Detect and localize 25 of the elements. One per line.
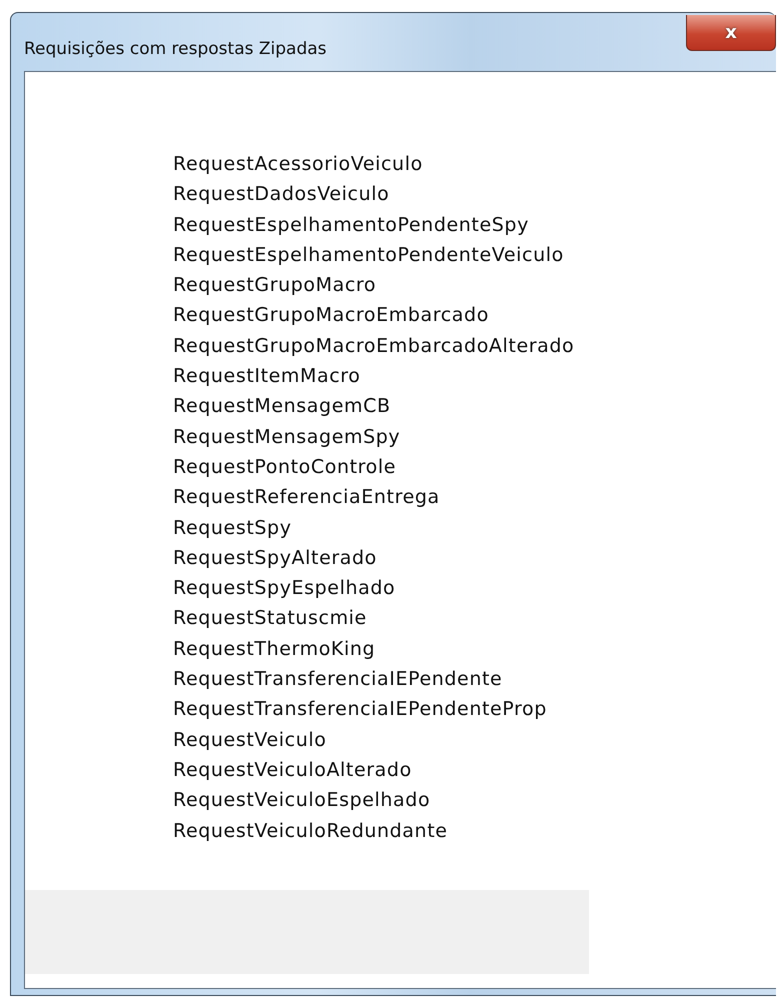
- window-title: Requisições com respostas Zipadas: [24, 39, 327, 59]
- request-label: RequestVeiculoAlterado: [173, 758, 413, 783]
- request-label: RequestSpyAlterado: [173, 546, 378, 571]
- request-label: RequestGrupoMacro: [173, 273, 378, 298]
- request-label: RequestReferenciaEntrega: [173, 485, 441, 510]
- request-label: RequestItemMacro: [173, 364, 362, 390]
- request-label: RequestAcessorioVeiculo: [173, 152, 424, 177]
- request-label: RequestGrupoMacroEmbarcadoAlterado: [173, 334, 576, 359]
- request-label: RequestPontoControle: [173, 454, 398, 480]
- request-label: RequestStatuscmie: [173, 606, 368, 632]
- request-label: RequestSpy: [173, 516, 293, 541]
- request-label: RequestEspelhamentoPendenteVeiculo: [173, 242, 565, 268]
- request-label: RequestVeiculoRedundante: [173, 818, 449, 844]
- request-label: RequestTransferenciaIEPendenteProp: [173, 697, 548, 722]
- request-label: RequestVeiculo: [173, 728, 328, 753]
- close-button[interactable]: x: [686, 15, 776, 51]
- request-label: RequestThermoKing: [173, 636, 376, 662]
- request-label: RequestVeiculoEspelhado: [173, 788, 432, 814]
- request-label: RequestSpyEspelhado: [173, 576, 396, 602]
- request-label: RequestMensagemCB: [173, 394, 392, 420]
- request-label: RequestEspelhamentoPendenteSpy: [173, 212, 530, 238]
- request-label: RequestMensagemSpy: [173, 424, 402, 450]
- request-label: RequestDadosVeiculo: [173, 182, 390, 208]
- request-label: RequestGrupoMacroEmbarcado: [173, 303, 490, 328]
- request-label: RequestTransferenciaIEPendente: [173, 667, 504, 692]
